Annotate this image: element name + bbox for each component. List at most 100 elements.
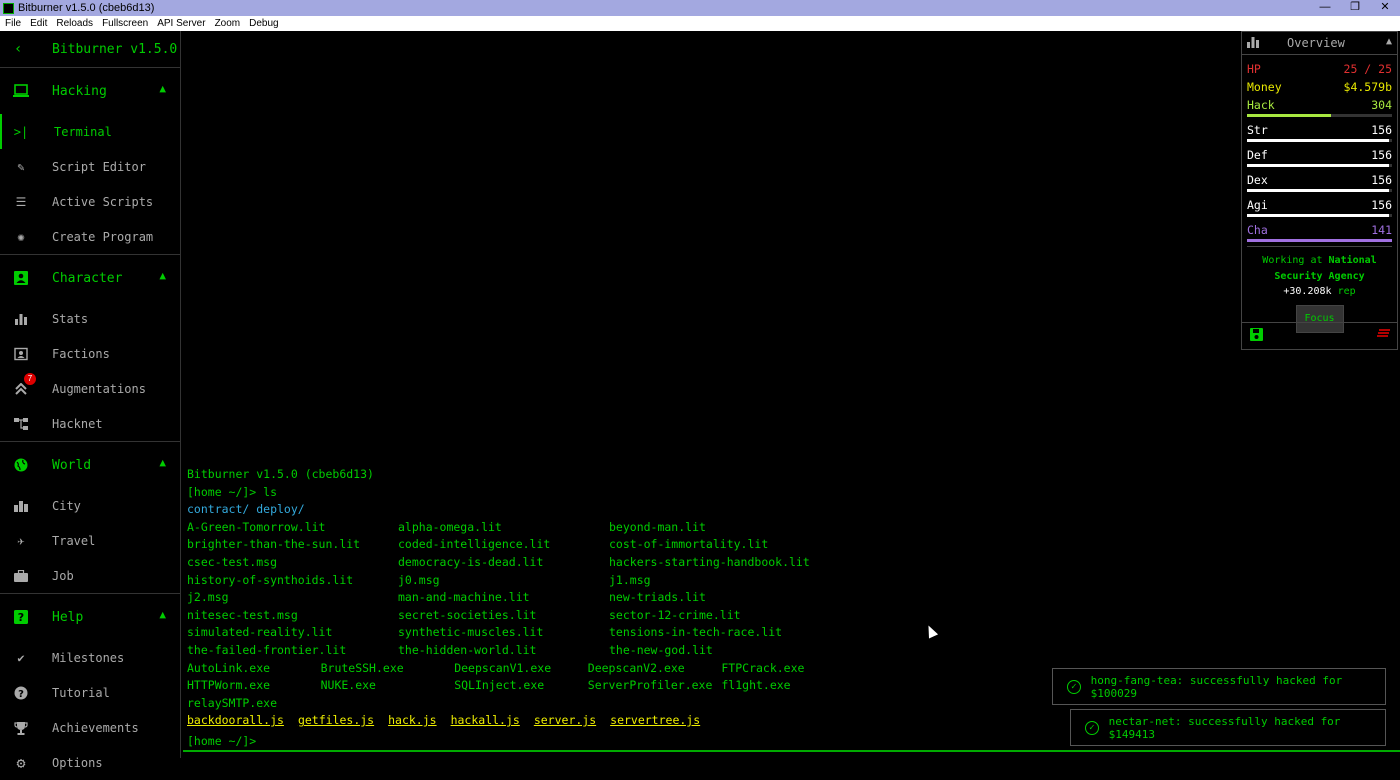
sidebar-item-augmentations[interactable]: 7 Augmentations bbox=[0, 371, 180, 406]
menu-reloads[interactable]: Reloads bbox=[51, 18, 97, 29]
stat-value: 156 bbox=[1371, 198, 1392, 212]
chevron-up-icon[interactable]: ▲ bbox=[159, 456, 166, 469]
file-entry: beyond-man.lit bbox=[609, 519, 706, 534]
sidebar-item-label: Terminal bbox=[54, 124, 112, 139]
close-button[interactable]: ✕ bbox=[1370, 0, 1400, 16]
chevron-up-icon[interactable]: ▲ bbox=[1386, 36, 1392, 47]
city-icon bbox=[12, 497, 30, 515]
stat-row-cha: Cha 141 bbox=[1242, 221, 1397, 239]
sidebar-item-label: Factions bbox=[52, 346, 110, 361]
terminal-output[interactable]: Bitburner v1.5.0 (cbeb6d13) [home ~/]> l… bbox=[187, 466, 1387, 751]
script-link[interactable]: servertree.js bbox=[610, 712, 700, 730]
sidebar-category-help[interactable]: ? Help ▲ bbox=[0, 594, 180, 640]
sidebar-category-hacking[interactable]: Hacking ▲ bbox=[0, 68, 180, 114]
trophy-icon bbox=[12, 719, 30, 737]
stat-value: 156 bbox=[1371, 173, 1392, 187]
sidebar: ‹ Bitburner v1.5.0 Hacking ▲ >| Terminal… bbox=[0, 31, 181, 772]
script-link[interactable]: hack.js bbox=[388, 712, 436, 730]
stat-progress-fill bbox=[1247, 214, 1390, 217]
menu-file[interactable]: File bbox=[0, 18, 25, 29]
file-row: csec-test.msg democracy-is-dead.lit hacker… bbox=[187, 554, 1387, 572]
toast-notification[interactable]: ✓ hong-fang-tea: successfully hacked for… bbox=[1052, 668, 1386, 705]
script-link[interactable]: server.js bbox=[534, 712, 596, 730]
sidebar-title: Bitburner v1.5.0 bbox=[52, 41, 178, 57]
sidebar-item-milestones[interactable]: ✔ Milestones bbox=[0, 640, 180, 675]
menu-debug[interactable]: Debug bbox=[244, 18, 282, 29]
globe-icon bbox=[12, 456, 30, 474]
sidebar-header: ‹ Bitburner v1.5.0 bbox=[0, 31, 180, 68]
sidebar-item-hacknet[interactable]: Hacknet bbox=[0, 406, 180, 441]
file-entry: A-Green-Tomorrow.lit bbox=[187, 519, 326, 534]
exe-entry: ServerProfiler.exe bbox=[587, 678, 713, 693]
sidebar-item-travel[interactable]: ✈ Travel bbox=[0, 523, 180, 558]
stat-value: 156 bbox=[1371, 148, 1392, 162]
maximize-button[interactable]: ❐ bbox=[1340, 0, 1370, 16]
exe-entry: NUKE.exe bbox=[320, 678, 376, 693]
sidebar-item-factions[interactable]: Factions bbox=[0, 336, 180, 371]
sidebar-item-achievements[interactable]: Achievements bbox=[0, 710, 180, 745]
sidebar-item-job[interactable]: Job bbox=[0, 558, 180, 593]
error-log-icon[interactable] bbox=[1377, 327, 1391, 342]
check-icon: ✔ bbox=[17, 650, 25, 665]
money-label: Money bbox=[1247, 80, 1282, 94]
stat-progress-bar bbox=[1247, 139, 1392, 142]
minimize-button[interactable]: — bbox=[1310, 0, 1340, 16]
sidebar-category-character[interactable]: Character ▲ bbox=[0, 255, 180, 301]
account-box-icon bbox=[12, 269, 30, 287]
work-prefix: Working at bbox=[1262, 255, 1329, 266]
briefcase-icon bbox=[12, 567, 30, 585]
sidebar-item-stats[interactable]: Stats bbox=[0, 301, 180, 336]
sidebar-item-label: Travel bbox=[52, 533, 96, 548]
sidebar-item-active-scripts[interactable]: ☰ Active Scripts bbox=[0, 184, 180, 219]
menu-zoom[interactable]: Zoom bbox=[210, 18, 245, 29]
file-entry: the-new-god.lit bbox=[609, 642, 713, 657]
file-entry: csec-test.msg bbox=[187, 554, 278, 569]
script-link[interactable]: getfiles.js bbox=[298, 712, 374, 730]
sidebar-item-city[interactable]: City bbox=[0, 488, 180, 523]
sidebar-item-terminal[interactable]: >| Terminal bbox=[0, 114, 180, 149]
sidebar-item-label: Stats bbox=[52, 311, 89, 326]
overview-footer bbox=[1242, 322, 1397, 349]
stat-row-dex: Dex 156 bbox=[1242, 171, 1397, 189]
exe-entry: FTPCrack.exe bbox=[721, 660, 805, 675]
stat-label: Hack bbox=[1247, 98, 1275, 112]
sidebar-item-label: Create Program bbox=[52, 229, 154, 244]
list-icon: ☰ bbox=[15, 194, 27, 209]
stat-label: Def bbox=[1247, 148, 1268, 162]
overview-panel: Overview ▲ HP 25 / 25 Money $4.579b Hack… bbox=[1241, 31, 1398, 350]
stat-value: 156 bbox=[1371, 123, 1392, 137]
stat-progress-bar bbox=[1247, 114, 1392, 117]
menu-edit[interactable]: Edit bbox=[25, 18, 51, 29]
stat-progress-fill bbox=[1247, 139, 1390, 142]
money-value: $4.579b bbox=[1343, 80, 1392, 94]
menu-api-server[interactable]: API Server bbox=[152, 18, 209, 29]
chevron-up-icon[interactable]: ▲ bbox=[159, 82, 166, 95]
sidebar-item-script-editor[interactable]: ✎ Script Editor bbox=[0, 149, 180, 184]
sidebar-item-label: City bbox=[52, 498, 81, 513]
script-link[interactable]: backdoorall.js bbox=[187, 712, 284, 730]
stat-row-hack: Hack 304 bbox=[1242, 96, 1397, 114]
toast-notification[interactable]: ✓ nectar-net: successfully hacked for $1… bbox=[1070, 709, 1386, 746]
script-link[interactable]: hackall.js bbox=[451, 712, 520, 730]
overview-header[interactable]: Overview ▲ bbox=[1242, 32, 1397, 55]
rep-gain: +30.208k rep bbox=[1242, 286, 1397, 297]
pencil-icon: ✎ bbox=[17, 159, 25, 174]
file-entry: j0.msg bbox=[398, 572, 440, 587]
menu-fullscreen[interactable]: Fullscreen bbox=[97, 18, 152, 29]
sidebar-item-create-program[interactable]: ✺ Create Program bbox=[0, 219, 180, 254]
file-entry: j1.msg bbox=[609, 572, 651, 587]
save-icon[interactable] bbox=[1250, 328, 1263, 345]
sidebar-category-world[interactable]: World ▲ bbox=[0, 442, 180, 488]
file-entry: brighter-than-the-sun.lit bbox=[187, 537, 361, 552]
stat-row-def: Def 156 bbox=[1242, 146, 1397, 164]
chevron-left-icon[interactable]: ‹ bbox=[14, 41, 34, 57]
sidebar-item-tutorial[interactable]: ? Tutorial bbox=[0, 675, 180, 710]
account-tree-icon bbox=[12, 415, 30, 433]
sidebar-item-options[interactable]: ⚙ Options bbox=[0, 745, 180, 780]
sidebar-item-label: Script Editor bbox=[52, 159, 146, 174]
bug-icon: ✺ bbox=[17, 229, 25, 244]
chevron-up-icon[interactable]: ▲ bbox=[159, 269, 166, 282]
svg-text:?: ? bbox=[18, 611, 24, 624]
sidebar-category-label: Hacking bbox=[52, 83, 107, 99]
chevron-up-icon[interactable]: ▲ bbox=[159, 608, 166, 621]
